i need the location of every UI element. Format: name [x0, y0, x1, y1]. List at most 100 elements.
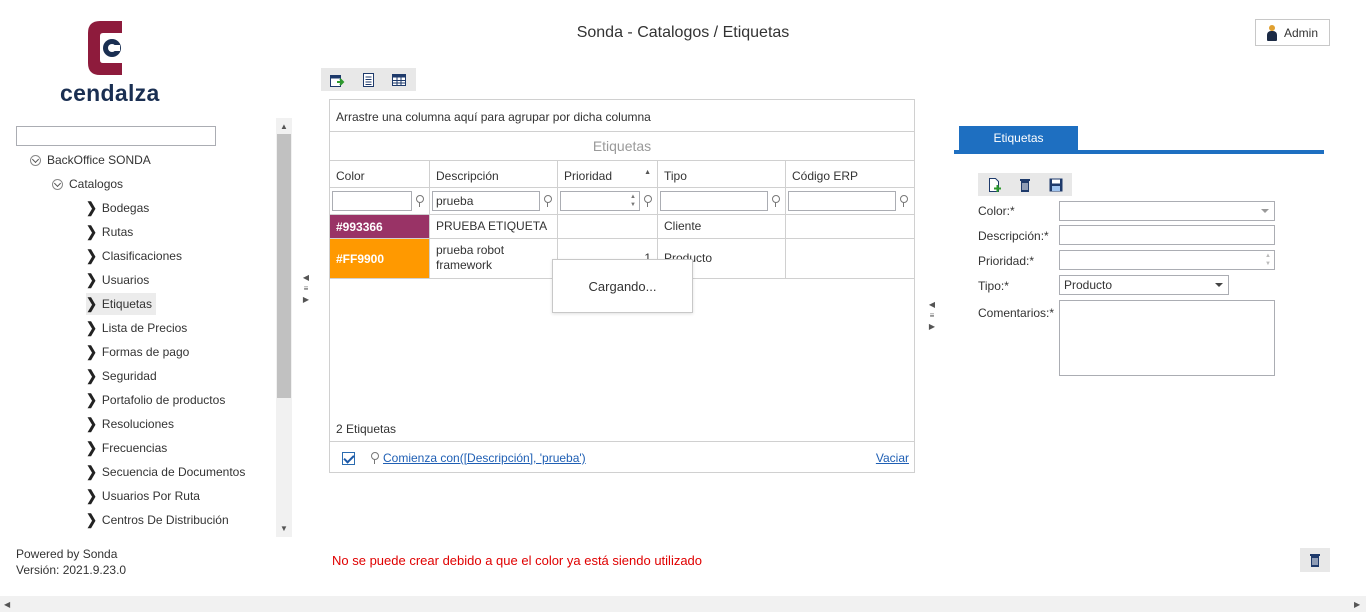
chevron-down-icon — [1215, 283, 1223, 287]
sidebar-item-rutas[interactable]: ❯ Rutas — [86, 221, 133, 243]
chevron-right-icon: ❯ — [86, 295, 97, 312]
filter-expression-link[interactable]: Comienza con([Descripción], 'prueba') — [383, 451, 586, 465]
column-header-color[interactable]: Color — [330, 161, 430, 188]
filter-icon[interactable] — [414, 194, 424, 208]
user-icon — [1266, 24, 1277, 41]
chevron-right-icon: ❯ — [86, 223, 97, 240]
filter-input-tipo[interactable] — [660, 191, 768, 211]
sidebar-item-label: Centros De Distribución — [101, 513, 229, 527]
prioridad-input[interactable]: ▲ ▼ — [1059, 250, 1275, 270]
comentarios-textarea[interactable] — [1059, 300, 1275, 376]
clear-filter-link[interactable]: Vaciar — [876, 451, 909, 465]
bottom-delete-button[interactable] — [1300, 548, 1330, 572]
sidebar-item-formas-de-pago[interactable]: ❯ Formas de pago — [86, 341, 189, 363]
sidebar-item-usuarios[interactable]: ❯ Usuarios — [86, 269, 149, 291]
chevron-right-icon: ❯ — [86, 319, 97, 336]
sidebar-item-lista-de-precios[interactable]: ❯ Lista de Precios — [86, 317, 187, 339]
color-cell[interactable]: #993366 — [330, 215, 430, 239]
prioridad-cell[interactable] — [558, 215, 658, 239]
trash-icon — [1310, 554, 1320, 567]
comentarios-label: Comentarios:* — [978, 306, 1055, 320]
new-document-icon — [988, 177, 1001, 192]
scroll-up-icon[interactable]: ▲ — [280, 122, 288, 131]
collapse-icon[interactable] — [52, 178, 63, 190]
column-header-prioridad[interactable]: Prioridad ▲ — [558, 161, 658, 188]
tipo-cell[interactable]: Cliente — [658, 215, 786, 239]
descripcion-input[interactable] — [1059, 225, 1275, 245]
chevron-right-icon: ❯ — [86, 511, 97, 528]
filter-cell-color — [330, 188, 430, 215]
sidebar-item-clasificaciones[interactable]: ❯ Clasificaciones — [86, 245, 182, 267]
tipo-dropdown[interactable]: Producto — [1059, 275, 1229, 295]
filter-input-prioridad[interactable]: ▲ ▼ — [560, 191, 640, 211]
spin-arrows-icon[interactable]: ▲ ▼ — [630, 193, 636, 209]
save-button[interactable] — [1040, 173, 1071, 196]
table-icon — [391, 73, 406, 86]
chevron-right-icon: ❯ — [86, 367, 97, 384]
sidebar-item-portafolio-de-productos[interactable]: ❯ Portafolio de productos — [86, 389, 225, 411]
tree-node-root[interactable]: BackOffice SONDA — [30, 149, 151, 171]
descripcion-cell[interactable]: prueba robot framework — [430, 239, 558, 279]
column-header-tipo[interactable]: Tipo — [658, 161, 786, 188]
filter-icon[interactable] — [542, 194, 552, 208]
tab-etiquetas[interactable]: Etiquetas — [959, 126, 1078, 150]
column-header-label: Prioridad — [564, 169, 613, 183]
codigo-erp-cell[interactable] — [786, 215, 914, 239]
grid-layout-button[interactable] — [383, 68, 414, 91]
filter-icon[interactable] — [642, 194, 652, 208]
filter-input-codigo-erp[interactable] — [788, 191, 896, 211]
scroll-right-icon[interactable]: ▶ — [1354, 600, 1360, 609]
right-splitter[interactable]: ◀ ≡ ▶ — [927, 299, 937, 332]
chevron-right-icon: ❯ — [86, 247, 97, 264]
scroll-left-icon[interactable]: ◀ — [4, 600, 10, 609]
sidebar-item-bodegas[interactable]: ❯ Bodegas — [86, 197, 149, 219]
collapse-icon[interactable] — [30, 154, 41, 166]
sidebar-item-label: Etiquetas — [101, 297, 152, 311]
filter-enabled-checkbox[interactable] — [342, 451, 355, 465]
column-header-codigo-erp[interactable]: Código ERP — [786, 161, 914, 188]
sidebar-scrollbar-thumb[interactable] — [277, 134, 291, 398]
version-text: Versión: 2021.9.23.0 — [16, 563, 127, 577]
color-cell[interactable]: #FF9900 — [330, 239, 430, 279]
chevron-right-icon: ❯ — [86, 271, 97, 288]
group-panel[interactable]: Arrastre una columna aquí para agrupar p… — [330, 100, 914, 132]
spin-arrows-icon[interactable]: ▲ ▼ — [1265, 252, 1271, 268]
scroll-down-icon[interactable]: ▼ — [280, 524, 288, 533]
user-menu-button[interactable]: Admin — [1255, 19, 1330, 46]
chevron-right-icon: ❯ — [86, 199, 97, 216]
filter-icon[interactable] — [770, 194, 780, 208]
codigo-erp-cell[interactable] — [786, 239, 914, 279]
tree-search-input[interactable] — [16, 126, 216, 146]
sidebar-item-etiquetas[interactable]: ❯ Etiquetas — [86, 293, 156, 315]
chevron-down-icon — [1261, 209, 1269, 213]
sidebar-item-label: Portafolio de productos — [101, 393, 226, 407]
color-label: Color:* — [978, 204, 1015, 218]
tree-node-catalogos[interactable]: Catalogos — [52, 173, 123, 195]
sidebar-item-seguridad[interactable]: ❯ Seguridad — [86, 365, 157, 387]
new-button[interactable] — [978, 173, 1009, 196]
horizontal-scrollbar[interactable] — [0, 596, 1366, 612]
column-header-descripcion[interactable]: Descripción — [430, 161, 558, 188]
sidebar-item-label: Secuencia de Documentos — [101, 465, 246, 479]
grid-caption: Etiquetas — [330, 133, 914, 161]
filter-input-color[interactable] — [332, 191, 412, 211]
left-splitter[interactable]: ◀ ≡ ▶ — [301, 272, 311, 305]
sidebar-item-usuarios-por-ruta[interactable]: ❯ Usuarios Por Ruta — [86, 485, 200, 507]
sidebar-item-frecuencias[interactable]: ❯ Frecuencias — [86, 437, 167, 459]
filter-input-descripcion[interactable]: prueba — [432, 191, 540, 211]
sidebar-item-secuencia-de-documentos[interactable]: ❯ Secuencia de Documentos — [86, 461, 245, 483]
chevron-right-icon: ❯ — [86, 415, 97, 432]
cendalza-logo-icon — [88, 21, 122, 75]
delete-button[interactable] — [1009, 173, 1040, 196]
export-button[interactable] — [321, 68, 352, 91]
filter-icon — [369, 451, 379, 465]
columns-button[interactable] — [352, 68, 383, 91]
sort-ascending-icon: ▲ — [644, 169, 651, 176]
sidebar-item-centros-de-distribucion[interactable]: ❯ Centros De Distribución — [86, 509, 229, 531]
filter-icon[interactable] — [898, 194, 908, 208]
color-dropdown[interactable] — [1059, 201, 1275, 221]
sidebar-item-label: Frecuencias — [101, 441, 168, 455]
sidebar-item-resoluciones[interactable]: ❯ Resoluciones — [86, 413, 174, 435]
descripcion-cell[interactable]: PRUEBA ETIQUETA — [430, 215, 558, 239]
filter-bar: Comienza con([Descripción], 'prueba') Va… — [330, 443, 914, 473]
